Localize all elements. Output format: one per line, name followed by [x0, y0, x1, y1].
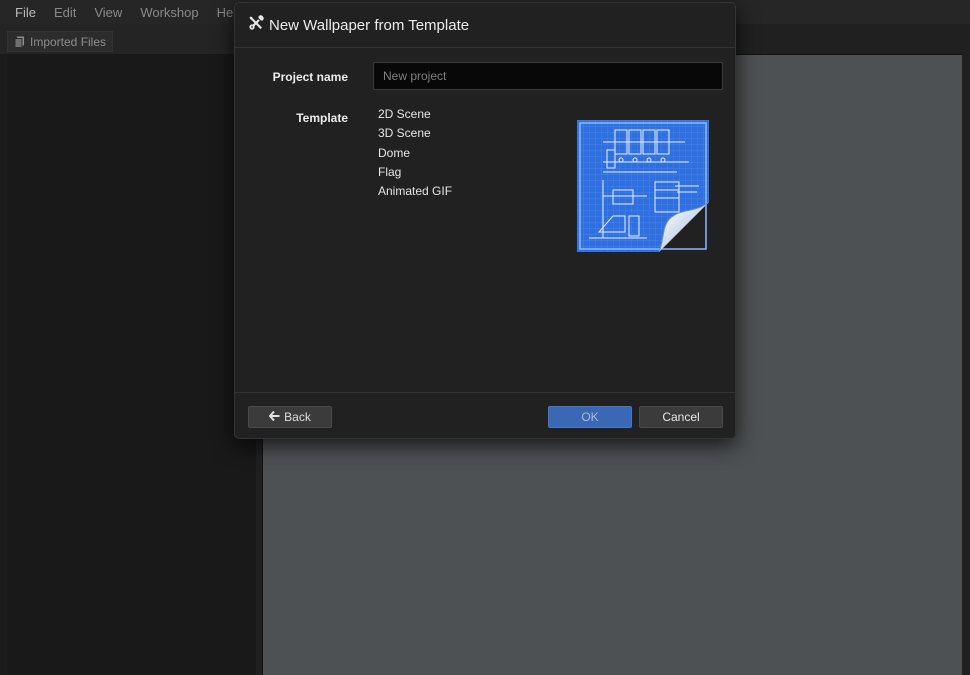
new-wallpaper-dialog: New Wallpaper from Template Project name…	[234, 2, 736, 439]
project-name-label: Project name	[272, 70, 348, 84]
menu-edit[interactable]: Edit	[45, 5, 85, 20]
back-button-label: Back	[284, 410, 311, 424]
left-panel: Imported Files	[0, 24, 256, 675]
dialog-footer: Back OK Cancel	[235, 392, 735, 438]
project-name-input[interactable]	[373, 62, 723, 90]
imported-files-list[interactable]	[7, 54, 256, 675]
tab-imported-files[interactable]: Imported Files	[7, 31, 114, 52]
cancel-button[interactable]: Cancel	[639, 406, 723, 428]
back-button[interactable]: Back	[248, 406, 332, 428]
template-option-2d-scene[interactable]: 2D Scene	[378, 105, 558, 124]
dialog-title: New Wallpaper from Template	[269, 16, 470, 34]
menu-view[interactable]: View	[85, 5, 131, 20]
tab-label: Imported Files	[30, 34, 107, 49]
template-list: 2D Scene 3D Scene Dome Flag Animated GIF	[378, 105, 558, 201]
template-preview	[577, 120, 710, 253]
files-icon	[14, 36, 25, 48]
ok-button[interactable]: OK	[548, 406, 632, 428]
menu-workshop[interactable]: Workshop	[131, 5, 207, 20]
tools-icon	[248, 14, 264, 36]
menu-file[interactable]: File	[6, 5, 45, 20]
dialog-header: New Wallpaper from Template	[235, 3, 735, 48]
template-label: Template	[296, 111, 348, 125]
arrow-left-icon	[268, 410, 280, 424]
template-option-flag[interactable]: Flag	[378, 163, 558, 182]
left-panel-tabstrip: Imported Files	[0, 24, 256, 54]
template-option-animated-gif[interactable]: Animated GIF	[378, 182, 558, 201]
template-option-dome[interactable]: Dome	[378, 144, 558, 163]
template-option-3d-scene[interactable]: 3D Scene	[378, 124, 558, 143]
blueprint-page-icon	[577, 120, 710, 256]
